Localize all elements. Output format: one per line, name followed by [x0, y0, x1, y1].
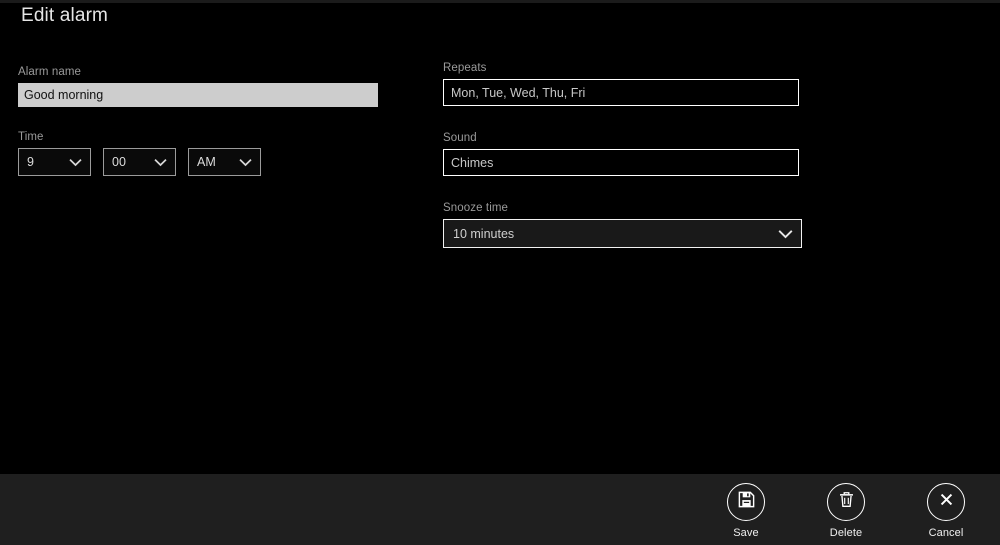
chevron-down-icon [239, 158, 252, 167]
minute-value: 00 [112, 155, 126, 169]
alarm-name-label: Alarm name [18, 66, 81, 78]
cancel-button[interactable]: Cancel [914, 483, 978, 539]
snooze-time-value: 10 minutes [453, 226, 515, 241]
time-field-group: Time 9 00 AM [18, 131, 418, 176]
hour-dropdown[interactable]: 9 [18, 148, 91, 176]
delete-button-label: Delete [829, 527, 863, 539]
snooze-field-group: Snooze time 10 minutes [443, 202, 843, 248]
left-column: Alarm name Time 9 00 [18, 66, 418, 176]
minute-dropdown[interactable]: 00 [103, 148, 176, 176]
alarm-name-input[interactable] [18, 83, 378, 107]
save-button[interactable]: Save [714, 483, 778, 539]
chevron-down-icon [154, 158, 167, 167]
save-icon-circle [727, 483, 765, 521]
cancel-button-label: Cancel [928, 527, 964, 539]
chevron-down-icon [778, 229, 793, 239]
bottom-app-bar: Save Delete Cancel [0, 474, 1000, 545]
sound-field-group: Sound [443, 132, 843, 176]
repeats-field-group: Repeats [443, 62, 843, 106]
repeats-input[interactable] [443, 79, 799, 106]
delete-button[interactable]: Delete [814, 483, 878, 539]
save-button-label: Save [733, 527, 759, 539]
right-column: Repeats Sound Snooze time 10 minutes [443, 62, 843, 248]
trash-icon [837, 490, 856, 514]
hour-value: 9 [27, 155, 34, 169]
repeats-label: Repeats [443, 62, 487, 74]
sound-label: Sound [443, 132, 477, 144]
save-icon [737, 490, 756, 514]
period-value: AM [197, 155, 216, 169]
close-x-icon [937, 490, 956, 514]
window-top-edge [0, 0, 1000, 3]
delete-icon-circle [827, 483, 865, 521]
time-combo-row: 9 00 AM [18, 148, 418, 176]
page-title: Edit alarm [21, 5, 109, 26]
time-label: Time [18, 131, 44, 143]
cancel-icon-circle [927, 483, 965, 521]
alarm-name-field-group: Alarm name [18, 66, 418, 107]
period-dropdown[interactable]: AM [188, 148, 261, 176]
chevron-down-icon [69, 158, 82, 167]
sound-input[interactable] [443, 149, 799, 176]
snooze-time-label: Snooze time [443, 202, 509, 214]
snooze-time-dropdown[interactable]: 10 minutes [443, 219, 802, 248]
